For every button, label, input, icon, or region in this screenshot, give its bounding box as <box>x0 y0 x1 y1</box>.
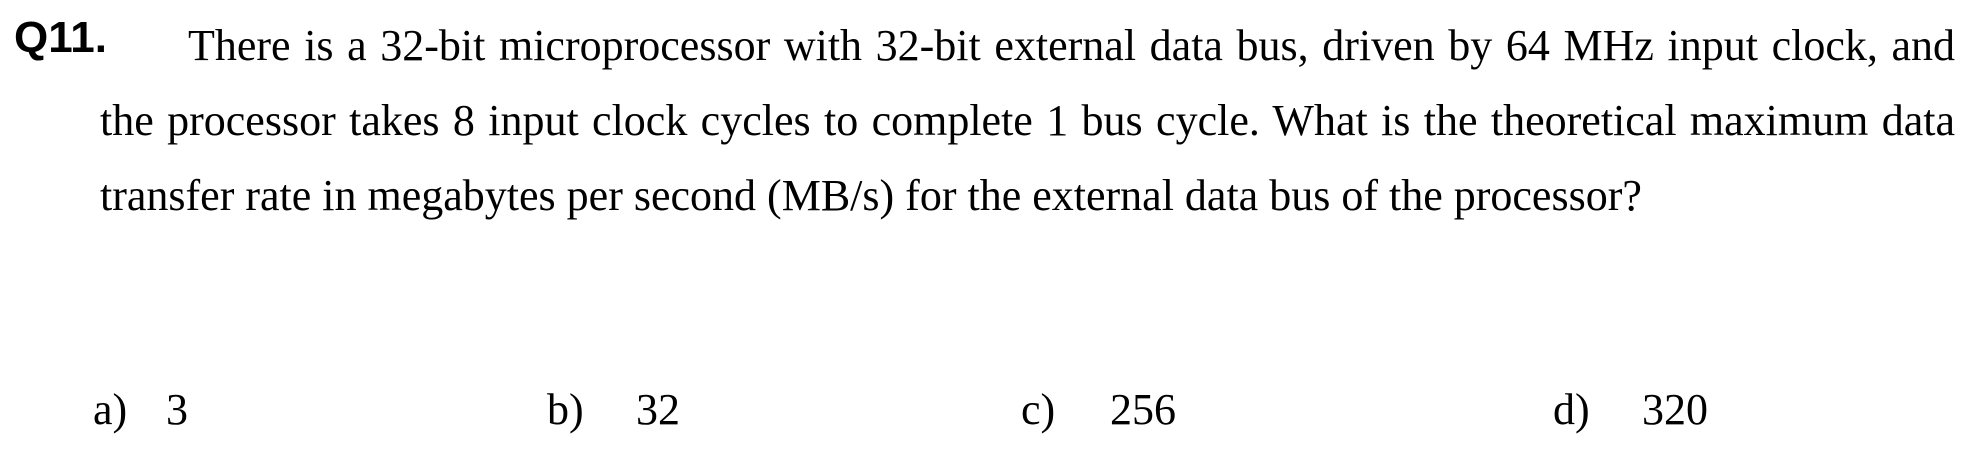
option-d-value: 320 <box>1642 385 1708 434</box>
option-d-letter: d) <box>1553 385 1590 434</box>
option-a-value: 3 <box>166 385 188 434</box>
option-a: a) 3 <box>93 380 188 440</box>
option-c-letter: c) <box>1021 385 1056 434</box>
option-c-value: 256 <box>1110 385 1176 434</box>
option-d: d) 320 <box>1553 380 1708 440</box>
question-number: Q11. <box>14 13 107 62</box>
option-b: b) 32 <box>547 380 680 440</box>
option-a-letter: a) <box>93 385 128 434</box>
answer-options: a) 3 b) 32 c) 256 d) 320 <box>0 380 1967 440</box>
question-text: There is a 32-bit microprocessor with 32… <box>100 21 1955 220</box>
option-b-letter: b) <box>547 385 584 434</box>
option-c: c) 256 <box>1021 380 1176 440</box>
option-b-value: 32 <box>636 385 680 434</box>
